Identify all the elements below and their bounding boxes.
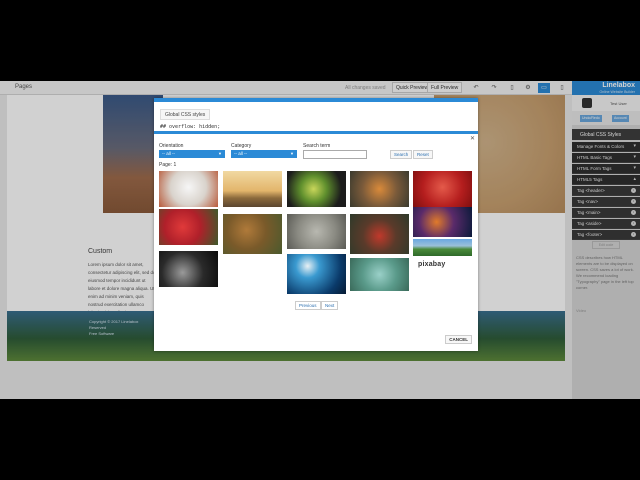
image-thumb-tiger[interactable] (350, 171, 409, 207)
image-thumb-abstract[interactable] (350, 258, 409, 291)
image-thumb-hawk[interactable] (223, 214, 282, 254)
chevron-down-icon: ▼ (290, 151, 294, 156)
reset-button[interactable]: Reset (413, 150, 433, 159)
image-thumb-landscape[interactable] (413, 239, 472, 256)
code-line: ## overflow: hidden; (160, 124, 221, 130)
category-label: Category (231, 143, 252, 149)
page-indicator: Page: 1 (159, 162, 177, 168)
image-thumb-flowers[interactable] (159, 209, 218, 245)
image-thumb-dove[interactable] (159, 171, 218, 207)
orientation-select[interactable]: -- all -- ▼ (159, 150, 225, 158)
cancel-button[interactable]: CANCEL (445, 335, 472, 344)
search-label: Search term (303, 143, 331, 149)
image-thumb-christmas[interactable] (413, 171, 472, 207)
image-thumb-nebula[interactable] (413, 207, 472, 237)
modal-top-strip (154, 98, 478, 102)
orientation-label: Orientation (159, 143, 184, 149)
image-thumb-boat[interactable] (223, 171, 282, 207)
image-thumb-car-interior[interactable] (159, 251, 218, 287)
search-button[interactable]: Search (390, 150, 413, 159)
image-picker-modal: Global CSS styles ## overflow: hidden; ✕… (154, 98, 478, 351)
screen: Pages All changes saved Quick Preview Fu… (0, 0, 640, 480)
previous-page-button[interactable]: Previous (295, 301, 321, 310)
image-thumb-leopard[interactable] (287, 214, 346, 249)
chevron-down-icon: ▼ (218, 151, 222, 156)
modal-header-bar (154, 131, 478, 134)
next-page-button[interactable]: Next (321, 301, 339, 310)
close-icon[interactable]: ✕ (470, 135, 475, 142)
category-select[interactable]: -- all -- ▼ (231, 150, 297, 158)
tab-global-css[interactable]: Global CSS styles (160, 109, 211, 120)
pixabay-logo[interactable]: pixabay (418, 261, 445, 268)
category-value: -- all -- (234, 151, 247, 156)
orientation-value: -- all -- (162, 151, 175, 156)
image-thumb-parrot[interactable] (287, 171, 346, 207)
image-thumb-halloween[interactable] (287, 254, 346, 294)
search-input[interactable] (303, 150, 367, 159)
image-thumb-mushrooms[interactable] (350, 214, 409, 254)
